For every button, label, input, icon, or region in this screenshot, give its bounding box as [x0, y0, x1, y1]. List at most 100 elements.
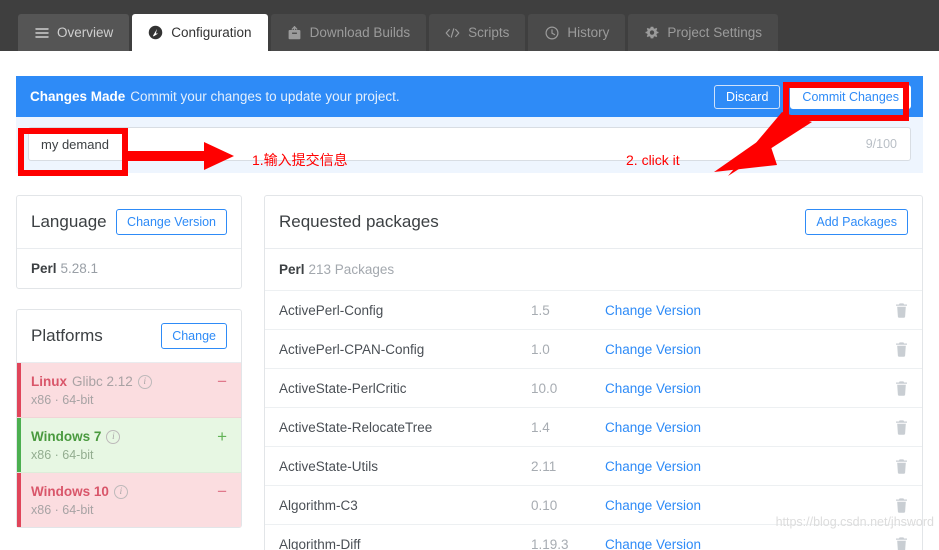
tab-overview[interactable]: Overview — [18, 14, 129, 51]
change-version-link[interactable]: Change Version — [605, 537, 701, 550]
download-icon — [287, 25, 302, 40]
packages-card-header: Requested packages Add Packages — [265, 196, 922, 249]
gear-icon — [644, 25, 659, 40]
right-column: Requested packages Add Packages Perl 213 … — [264, 195, 923, 550]
table-row: Algorithm-C3 0.10 Change Version — [265, 486, 922, 525]
package-name: ActivePerl-Config — [279, 303, 531, 318]
tab-scripts-label: Scripts — [468, 25, 509, 40]
package-name: ActiveState-PerlCritic — [279, 381, 531, 396]
language-card: Language Change Version Perl5.28.1 — [16, 195, 242, 289]
trash-icon[interactable] — [895, 537, 908, 550]
package-version: 1.4 — [531, 420, 605, 435]
discard-button[interactable]: Discard — [714, 85, 780, 109]
content-columns: Language Change Version Perl5.28.1 Platf… — [16, 195, 923, 550]
table-row: ActivePerl-CPAN-Config 1.0 Change Versio… — [265, 330, 922, 369]
activestate-icon — [148, 25, 163, 40]
language-card-header: Language Change Version — [17, 196, 241, 249]
banner-subtitle: Commit your changes to update your proje… — [130, 89, 399, 104]
platform-add-icon[interactable]: + — [217, 428, 227, 445]
commit-message-counter: 9/100 — [866, 137, 897, 151]
left-column: Language Change Version Perl5.28.1 Platf… — [16, 195, 242, 550]
language-version: 5.28.1 — [61, 261, 99, 276]
hamburger-icon — [34, 25, 49, 40]
change-version-link[interactable]: Change Version — [605, 498, 701, 513]
requested-packages-card: Requested packages Add Packages Perl 213 … — [264, 195, 923, 550]
package-group-header: Perl 213 Packages — [265, 249, 922, 291]
package-version: 1.5 — [531, 303, 605, 318]
platform-remove-icon[interactable]: − — [217, 483, 227, 500]
tab-configuration[interactable]: Configuration — [132, 14, 267, 51]
package-name: Algorithm-Diff — [279, 537, 531, 550]
top-navigation: Overview Configuration Download Builds S… — [0, 0, 939, 51]
table-row: Algorithm-Diff 1.19.3 Change Version — [265, 525, 922, 550]
changes-banner-wrapper: Changes Made Commit your changes to upda… — [16, 76, 923, 173]
commit-message-value: my demand — [41, 137, 109, 152]
change-version-link[interactable]: Change Version — [605, 342, 701, 357]
platforms-card: Platforms Change Linux Glibc 2.12 i − x8… — [16, 309, 242, 528]
platform-remove-icon[interactable]: − — [217, 373, 227, 390]
package-name: ActiveState-RelocateTree — [279, 420, 531, 435]
package-name: ActivePerl-CPAN-Config — [279, 342, 531, 357]
platform-name: Windows 10 — [31, 484, 109, 499]
package-version: 0.10 — [531, 498, 605, 513]
package-version: 2.11 — [531, 459, 605, 474]
change-version-link[interactable]: Change Version — [605, 381, 701, 396]
tab-scripts[interactable]: Scripts — [429, 14, 525, 51]
change-version-button[interactable]: Change Version — [116, 209, 227, 235]
trash-icon[interactable] — [895, 459, 908, 474]
tab-history[interactable]: History — [528, 14, 625, 51]
tab-configuration-label: Configuration — [171, 25, 251, 40]
package-version: 10.0 — [531, 381, 605, 396]
platform-name: Windows 7 — [31, 429, 101, 444]
commit-message-input[interactable]: my demand 9/100 — [28, 127, 911, 161]
platform-line-primary: Linux Glibc 2.12 i − — [31, 373, 227, 390]
tab-project-settings-label: Project Settings — [667, 25, 762, 40]
package-group-name: Perl — [279, 262, 305, 277]
platforms-card-header: Platforms Change — [17, 310, 241, 363]
platform-line-primary: Windows 7 i + — [31, 428, 227, 445]
change-version-link[interactable]: Change Version — [605, 459, 701, 474]
platform-row[interactable]: Windows 10 i − x86 · 64-bit — [17, 473, 241, 527]
language-row: Perl5.28.1 — [17, 249, 241, 288]
platform-version: Glibc 2.12 — [72, 374, 133, 389]
trash-icon[interactable] — [895, 342, 908, 357]
page-body: Changes Made Commit your changes to upda… — [0, 76, 939, 550]
change-version-link[interactable]: Change Version — [605, 303, 701, 318]
platform-row[interactable]: Linux Glibc 2.12 i − x86 · 64-bit — [17, 363, 241, 418]
change-version-link[interactable]: Change Version — [605, 420, 701, 435]
table-row: ActivePerl-Config 1.5 Change Version — [265, 291, 922, 330]
packages-title: Requested packages — [279, 212, 439, 232]
language-title: Language — [31, 212, 107, 232]
package-group-count: 213 Packages — [309, 262, 395, 277]
platform-arch: x86 · 64-bit — [31, 393, 227, 407]
package-version: 1.0 — [531, 342, 605, 357]
trash-icon[interactable] — [895, 498, 908, 513]
package-version: 1.19.3 — [531, 537, 605, 550]
tab-history-label: History — [567, 25, 609, 40]
changes-made-banner: Changes Made Commit your changes to upda… — [16, 76, 923, 117]
tab-project-settings[interactable]: Project Settings — [628, 14, 778, 51]
trash-icon[interactable] — [895, 420, 908, 435]
code-icon — [445, 25, 460, 40]
info-icon[interactable]: i — [106, 430, 120, 444]
trash-icon[interactable] — [895, 381, 908, 396]
platform-name: Linux — [31, 374, 67, 389]
platform-arch: x86 · 64-bit — [31, 448, 227, 462]
change-platforms-button[interactable]: Change — [161, 323, 227, 349]
commit-message-row: my demand 9/100 — [16, 117, 923, 173]
add-packages-button[interactable]: Add Packages — [805, 209, 908, 235]
info-icon[interactable]: i — [114, 485, 128, 499]
tab-overview-label: Overview — [57, 25, 113, 40]
package-name: ActiveState-Utils — [279, 459, 531, 474]
tab-download-builds[interactable]: Download Builds — [271, 14, 427, 51]
platform-row[interactable]: Windows 7 i + x86 · 64-bit — [17, 418, 241, 473]
info-icon[interactable]: i — [138, 375, 152, 389]
trash-icon[interactable] — [895, 303, 908, 318]
package-name: Algorithm-C3 — [279, 498, 531, 513]
clock-icon — [544, 25, 559, 40]
platforms-title: Platforms — [31, 326, 103, 346]
tab-download-builds-label: Download Builds — [310, 25, 411, 40]
platform-arch: x86 · 64-bit — [31, 503, 227, 517]
commit-changes-button[interactable]: Commit Changes — [790, 85, 911, 109]
table-row: ActiveState-Utils 2.11 Change Version — [265, 447, 922, 486]
